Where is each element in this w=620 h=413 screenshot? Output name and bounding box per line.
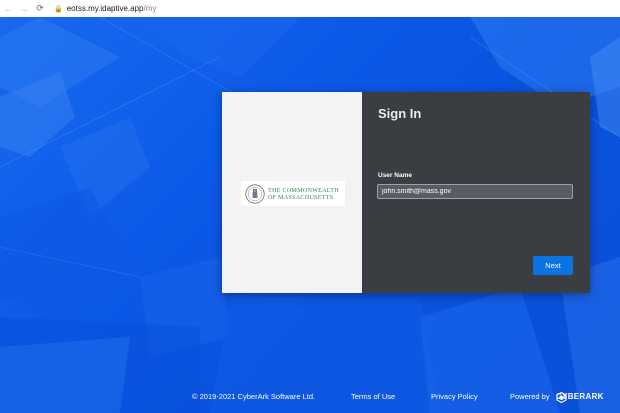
- url-path: /my: [143, 4, 157, 13]
- forward-arrow-icon[interactable]: →: [16, 4, 32, 14]
- copyright-text: © 2019-2021 CyberArk Software Ltd.: [192, 392, 316, 401]
- lock-icon: 🔒: [54, 5, 63, 13]
- username-input[interactable]: [377, 184, 573, 199]
- signin-card: THE COMMONWEALTH OF MASSACHUSETTS Sign I…: [222, 92, 590, 293]
- url-host: eotss.my.idaptive.app: [66, 4, 144, 13]
- massachusetts-seal-icon: [245, 183, 265, 204]
- powered-by-text: Powered by: [510, 392, 550, 401]
- browser-toolbar: ← → ⟳ 🔒 eotss.my.idaptive.app/my: [0, 0, 620, 18]
- page-title: Sign In: [378, 106, 422, 121]
- cyberark-wordmark: CYBERARK: [556, 392, 604, 401]
- next-button[interactable]: Next: [533, 256, 573, 275]
- branding-panel: THE COMMONWEALTH OF MASSACHUSETTS: [222, 92, 362, 293]
- username-label: User Name: [378, 172, 412, 179]
- logo-line-1: THE COMMONWEALTH: [268, 186, 339, 194]
- commonwealth-logo: THE COMMONWEALTH OF MASSACHUSETTS: [241, 181, 345, 206]
- cyberark-logo: CYBERARK: [556, 392, 603, 403]
- terms-of-use-link[interactable]: Terms of Use: [351, 392, 395, 401]
- footer: © 2019-2021 CyberArk Software Ltd. Terms…: [0, 392, 620, 406]
- back-arrow-icon[interactable]: ←: [0, 4, 16, 14]
- privacy-policy-link[interactable]: Privacy Policy: [431, 392, 478, 401]
- logo-wordmark: THE COMMONWEALTH OF MASSACHUSETTS: [268, 187, 339, 201]
- signin-form-panel: Sign In User Name Next: [362, 92, 590, 293]
- reload-icon[interactable]: ⟳: [32, 3, 48, 14]
- address-bar[interactable]: 🔒 eotss.my.idaptive.app/my: [54, 2, 156, 15]
- logo-line-2: OF MASSACHUSETTS: [268, 193, 334, 201]
